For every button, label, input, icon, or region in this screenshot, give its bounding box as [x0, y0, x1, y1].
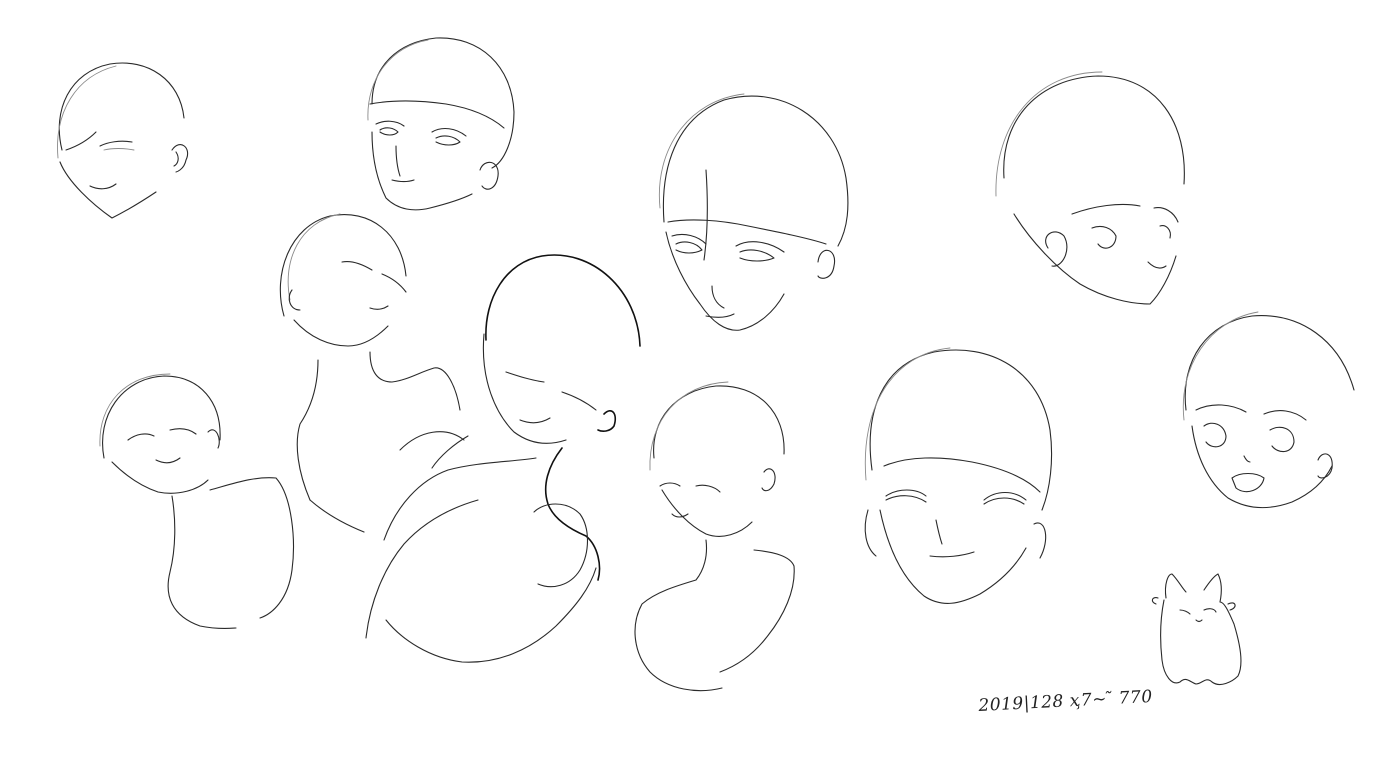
sketch-canvas	[57, 37, 1355, 692]
sketch-head-1	[57, 62, 189, 219]
sketch-bust-3	[634, 381, 795, 692]
sketch-head-3	[279, 213, 461, 533]
sketch-bust-2	[365, 254, 641, 663]
sketch-head-5	[995, 71, 1185, 305]
sketch-head-2	[367, 37, 515, 211]
sketch-bust-1	[99, 373, 294, 630]
sketch-head-7	[1182, 311, 1355, 509]
sketch-doodle-cat	[1151, 573, 1242, 685]
sketch-head-6	[864, 347, 1053, 604]
sketch-head-4	[658, 93, 849, 331]
